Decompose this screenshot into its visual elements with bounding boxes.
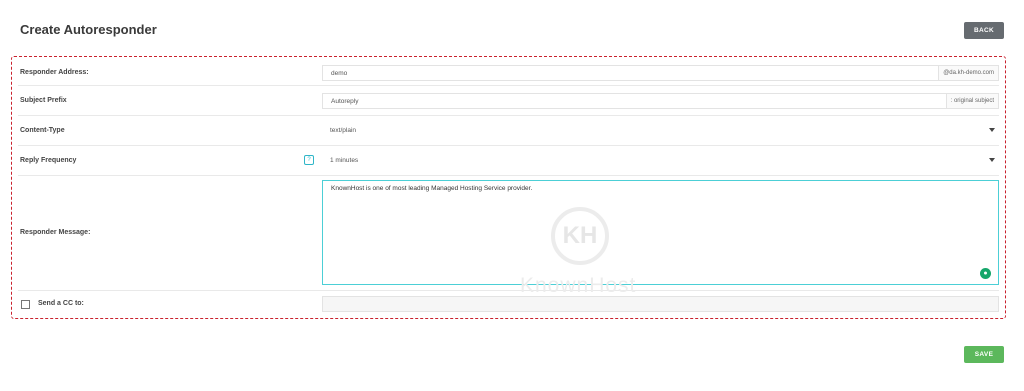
row-subject-prefix: Subject Prefix Autoreply : original subj… <box>18 86 999 116</box>
grammarly-icon[interactable]: ● <box>980 268 991 279</box>
row-reply-frequency: Reply Frequency ? 1 minutes <box>18 146 999 176</box>
content-type-select[interactable]: text/plain <box>322 123 999 139</box>
responder-domain-suffix: @da.kh-demo.com <box>938 65 998 81</box>
subject-suffix: : original subject <box>945 93 998 109</box>
row-responder-address: Responder Address: demo @da.kh-demo.com <box>18 60 999 86</box>
send-cc-input[interactable] <box>322 296 999 312</box>
responder-message-textarea[interactable]: KnownHost is one of most leading Managed… <box>322 180 999 285</box>
responder-address-input[interactable]: demo @da.kh-demo.com <box>322 65 999 81</box>
responder-message-text: KnownHost is one of most leading Managed… <box>331 185 533 192</box>
subject-prefix-label: Subject Prefix <box>20 97 67 104</box>
watermark-logo: KH <box>551 207 609 265</box>
reply-frequency-select[interactable]: 1 minutes <box>322 153 999 169</box>
page-title: Create Autoresponder <box>20 22 157 37</box>
help-icon[interactable]: ? <box>304 155 314 165</box>
row-send-cc: Send a CC to: <box>18 291 999 316</box>
checkbox-icon[interactable] <box>21 300 30 309</box>
responder-message-label: Responder Message: <box>20 229 91 236</box>
content-type-label: Content-Type <box>20 127 65 134</box>
watermark-text: KnownHost <box>520 274 637 297</box>
responder-address-label: Responder Address: <box>20 69 89 76</box>
caret-down-icon <box>989 158 995 162</box>
row-responder-message: Responder Message: KnownHost is one of m… <box>18 176 999 291</box>
caret-down-icon <box>989 128 995 132</box>
autoresponder-form: Responder Address: demo @da.kh-demo.com … <box>11 56 1006 319</box>
subject-prefix-input[interactable]: Autoreply : original subject <box>322 93 999 109</box>
reply-frequency-label: Reply Frequency <box>20 157 77 164</box>
content-type-value: text/plain <box>330 127 357 134</box>
reply-frequency-value: 1 minutes <box>330 157 359 164</box>
responder-address-value: demo <box>331 70 348 77</box>
save-button[interactable]: SAVE <box>964 346 1004 363</box>
back-button[interactable]: BACK <box>964 22 1004 39</box>
subject-prefix-value: Autoreply <box>331 98 359 105</box>
row-content-type: Content-Type text/plain <box>18 116 999 146</box>
send-cc-label: Send a CC to: <box>38 300 84 307</box>
